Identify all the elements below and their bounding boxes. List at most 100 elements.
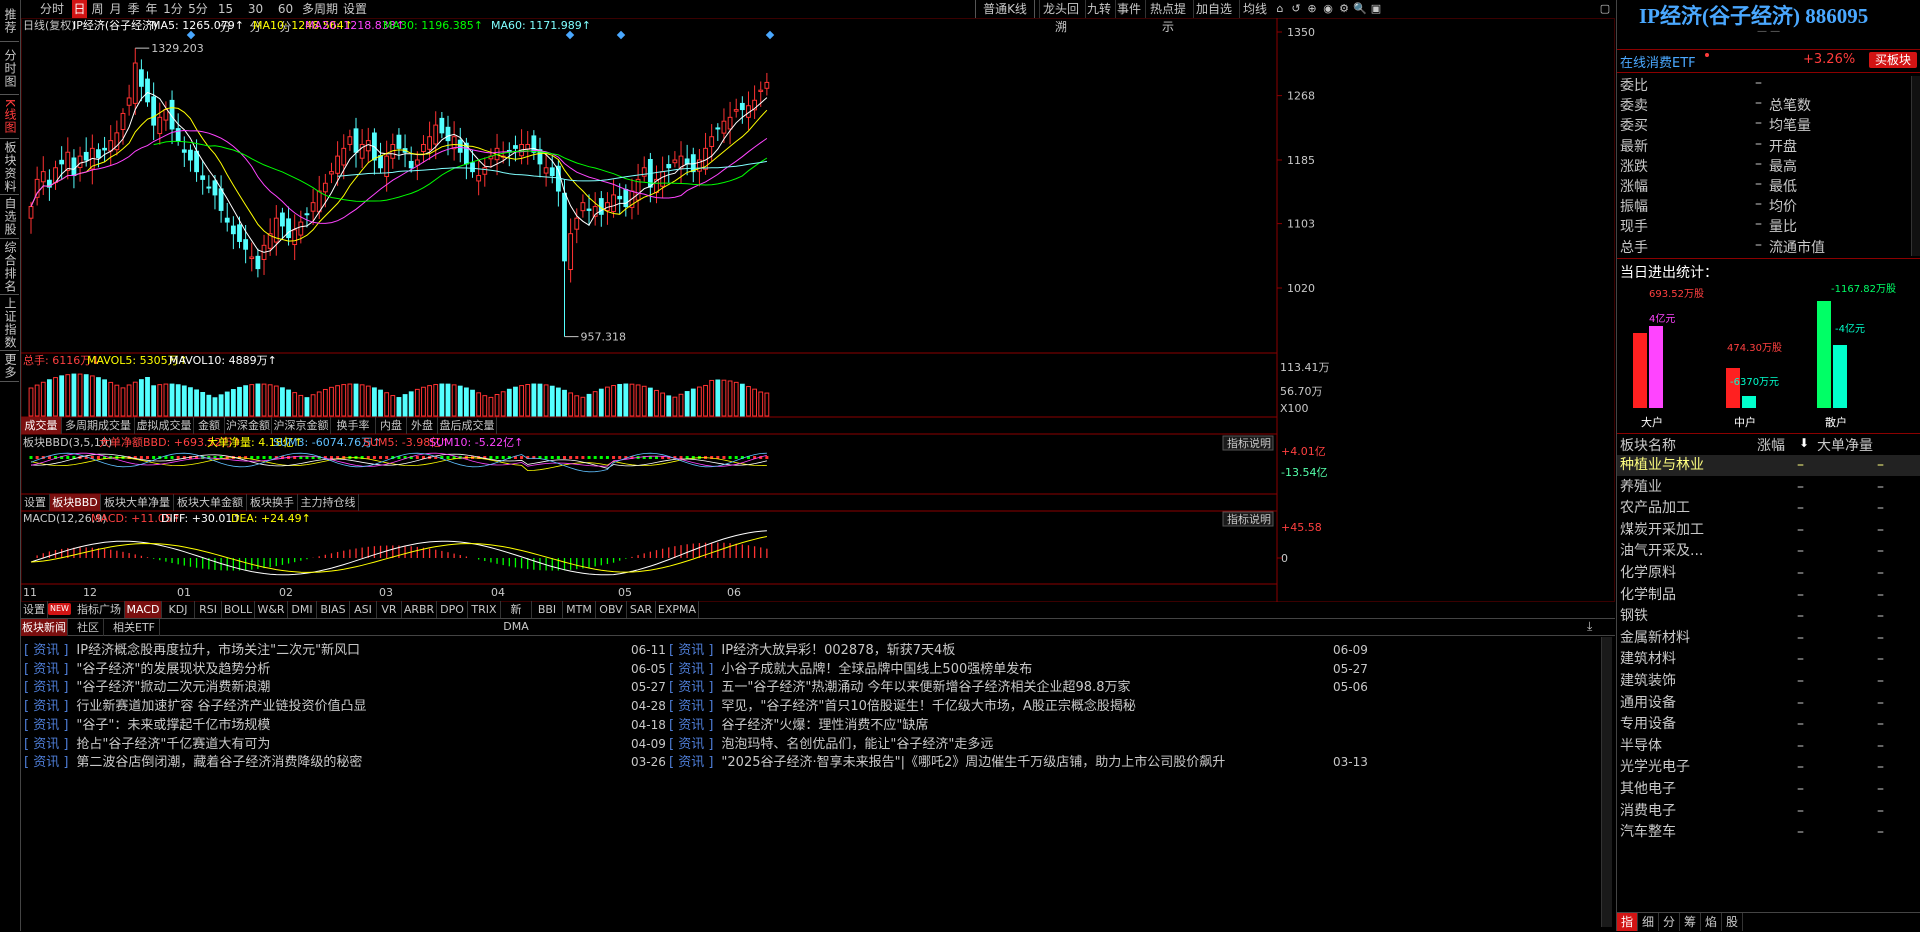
macd-tab-14[interactable]: 新DMA: [501, 601, 532, 633]
macd-tab-16[interactable]: MTM: [563, 601, 596, 618]
volume-tabs-7[interactable]: 内盘: [376, 417, 407, 434]
window-icon[interactable]: ▣: [1369, 0, 1383, 18]
event-marker-icon[interactable]: [565, 30, 575, 40]
toolbar-right-4[interactable]: 热点提示: [1145, 0, 1190, 34]
news-item-left[interactable]: [ 资讯 ] 第二波谷店倒闭潮，藏着谷子经济消费降级的秘密: [24, 753, 624, 773]
news-item-left[interactable]: [ 资讯 ] 行业新赛道加速扩容 谷子经济产业链投资价值凸显: [24, 697, 624, 717]
period-6[interactable]: 1分: [162, 0, 184, 18]
news-item-left[interactable]: [ 资讯 ] "谷子经济"掀动二次元消费新浪潮: [24, 678, 624, 698]
sector-row[interactable]: 种植业与林业 – –: [1617, 455, 1920, 476]
sector-row[interactable]: 化学制品 – –: [1617, 585, 1920, 606]
sector-row[interactable]: 通用设备 – –: [1617, 693, 1920, 714]
sector-row[interactable]: 化学原料 – –: [1617, 563, 1920, 584]
left-tab-0[interactable]: 推荐: [0, 0, 19, 42]
news-item-right[interactable]: [ 资讯 ] 五一"谷子经济"热潮涌动 今年以来便新增谷子经济相关企业超98.8万…: [669, 678, 1309, 698]
volume-tabs-6[interactable]: 换手率: [331, 417, 376, 434]
news-item-left[interactable]: [ 资讯 ] "谷子经济"的发展现状及趋势分析: [24, 660, 624, 680]
period-0[interactable]: 分时: [35, 0, 69, 18]
bottom-tab-3[interactable]: 筹: [1680, 913, 1701, 931]
sort-down-icon[interactable]: ⬇: [1799, 436, 1809, 450]
volume-tabs-4[interactable]: 沪深金额: [225, 417, 272, 434]
volume-tabs-1[interactable]: 多周期成交量: [62, 417, 135, 434]
sector-header-name[interactable]: 板块名称: [1620, 435, 1676, 455]
macd-tab-4[interactable]: RSI: [195, 601, 222, 618]
bbd-tabs-2[interactable]: 板块大单净量: [101, 494, 174, 511]
view-icon[interactable]: ◉: [1321, 0, 1335, 18]
bbd-explain-button[interactable]: 指标说明: [1227, 436, 1271, 450]
home-icon[interactable]: ⌂: [1273, 0, 1287, 18]
sector-row[interactable]: 其他电子 – –: [1617, 779, 1920, 800]
zoom-icon[interactable]: ⊕: [1305, 0, 1319, 18]
macd-tab-8[interactable]: BIAS: [317, 601, 350, 618]
toolbar-right-6[interactable]: 均线: [1239, 0, 1270, 18]
sector-row[interactable]: 汽车整车 – –: [1617, 822, 1920, 843]
macd-tab-7[interactable]: DMI: [288, 601, 317, 618]
macd-tab-15[interactable]: BBI: [532, 601, 563, 618]
macd-tab-0[interactable]: 设置: [21, 601, 48, 618]
undo-icon[interactable]: ↺: [1289, 0, 1303, 18]
period-10[interactable]: 60分: [272, 0, 299, 34]
news-tab-1[interactable]: 社区: [73, 619, 104, 636]
left-tab-4[interactable]: 自选股: [0, 195, 19, 239]
sector-row[interactable]: 专用设备 – –: [1617, 714, 1920, 735]
news-item-right[interactable]: [ 资讯 ] 泡泡玛特、名创优品们，能让"谷子经济"走多远: [669, 735, 1309, 755]
period-2[interactable]: 周: [90, 0, 105, 18]
period-12[interactable]: 设置: [341, 0, 369, 18]
sector-row[interactable]: 半导体 – –: [1617, 736, 1920, 757]
news-item-right[interactable]: [ 资讯 ] IP经济大放异彩！002878，斩获7天4板: [669, 641, 1309, 661]
macd-tab-11[interactable]: ARBR: [402, 601, 437, 618]
settings-icon[interactable]: ⚙: [1337, 0, 1351, 18]
toolbar-right-0[interactable]: 普通K线: [975, 0, 1035, 18]
bbd-tabs-3[interactable]: 板块大单金额: [174, 494, 247, 511]
bbd-tabs-5[interactable]: 主力持仓线: [298, 494, 359, 511]
toolbar-right-3[interactable]: 事件: [1115, 0, 1142, 18]
news-tab-2[interactable]: 相关ETF: [109, 619, 160, 636]
event-marker-icon[interactable]: [765, 30, 775, 40]
window-close-icon[interactable]: ▢: [1597, 0, 1613, 18]
sector-row[interactable]: 农产品加工 – –: [1617, 498, 1920, 519]
sector-row[interactable]: 煤炭开采加工 – –: [1617, 520, 1920, 541]
bbd-tabs-1[interactable]: 板块BBD: [50, 494, 101, 511]
period-3[interactable]: 月: [108, 0, 123, 18]
macd-tab-19[interactable]: EXPMA: [656, 601, 699, 618]
period-9[interactable]: 30分: [242, 0, 269, 34]
macd-tab-6[interactable]: W&R: [255, 601, 288, 618]
news-item-left[interactable]: [ 资讯 ] IP经济概念股再度拉升，市场关注"二次元"新风口: [24, 641, 624, 661]
search-icon[interactable]: 🔍: [1353, 0, 1367, 18]
sector-row[interactable]: 建筑材料 – –: [1617, 649, 1920, 670]
volume-tabs-5[interactable]: 沪深京金额: [272, 417, 331, 434]
volume-tabs-9[interactable]: 盘后成交量: [438, 417, 497, 434]
period-7[interactable]: 5分: [187, 0, 209, 18]
macd-tab-3[interactable]: KDJ: [162, 601, 195, 618]
sector-row[interactable]: 金属新材料 – –: [1617, 628, 1920, 649]
news-item-left[interactable]: [ 资讯 ] 抢占"谷子经济"千亿赛道大有可为: [24, 735, 624, 755]
left-tab-5[interactable]: 综合排名: [0, 239, 19, 295]
volume-tabs-8[interactable]: 外盘: [407, 417, 438, 434]
news-item-right[interactable]: [ 资讯 ] "2025谷子经济·智享未来报告"|《哪吒2》周边催生千万级店铺，助…: [669, 753, 1309, 773]
period-1[interactable]: 日: [72, 0, 87, 18]
volume-tabs-3[interactable]: 金额: [194, 417, 225, 434]
left-tab-1[interactable]: 分时图: [0, 42, 19, 95]
news-scrollbar[interactable]: [1601, 637, 1612, 927]
toolbar-right-5[interactable]: 加自选: [1193, 0, 1234, 18]
event-marker-icon[interactable]: [616, 30, 626, 40]
toolbar-right-2[interactable]: 九转: [1085, 0, 1112, 18]
sector-header-net[interactable]: 大单净量: [1817, 435, 1873, 455]
sector-row[interactable]: 养殖业 – –: [1617, 477, 1920, 498]
sector-row[interactable]: 油气开采及... – –: [1617, 541, 1920, 562]
sector-row[interactable]: 钢铁 – –: [1617, 606, 1920, 627]
volume-tabs-0[interactable]: 成交量: [21, 417, 62, 434]
buy-sector-button[interactable]: 买板块: [1869, 52, 1917, 68]
news-item-right[interactable]: [ 资讯 ] 罕见，"谷子经济"首只10倍股诞生！千亿级大市场，A股正宗概念股揭秘: [669, 697, 1309, 717]
toolbar-right-1[interactable]: 龙头回溯: [1039, 0, 1082, 34]
sector-row[interactable]: 建筑装饰 – –: [1617, 671, 1920, 692]
period-4[interactable]: 季: [126, 0, 141, 18]
macd-tab-13[interactable]: TRIX: [468, 601, 501, 618]
bottom-tab-5[interactable]: 股: [1722, 913, 1743, 931]
bottom-tab-4[interactable]: 焰: [1701, 913, 1722, 931]
news-item-right[interactable]: [ 资讯 ] 谷子经济"火爆：理性消费不应"缺席: [669, 716, 1309, 736]
sector-row[interactable]: 消费电子 – –: [1617, 801, 1920, 822]
macd-tab-2[interactable]: MACD: [125, 601, 162, 618]
bottom-tab-0[interactable]: 指: [1617, 913, 1638, 931]
bbd-tabs-4[interactable]: 板块换手: [247, 494, 298, 511]
